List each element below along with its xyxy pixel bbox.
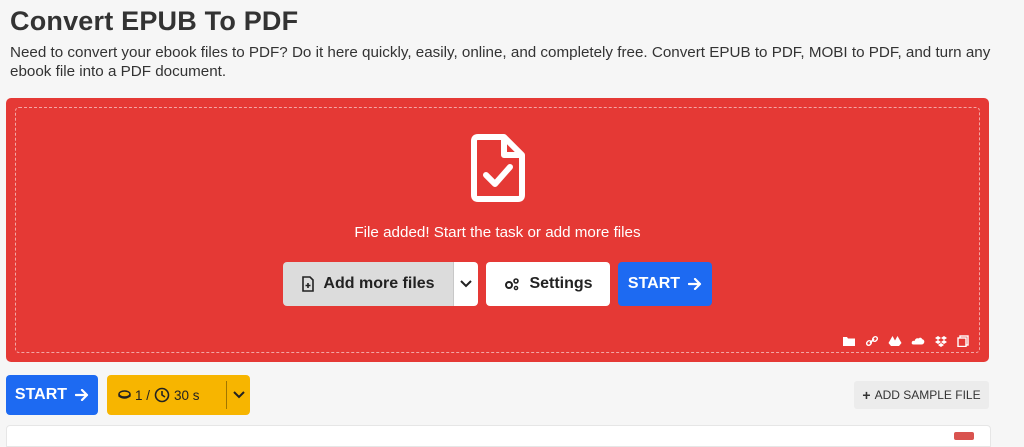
credits-time: 30 s (174, 387, 200, 403)
toolbar-start-button[interactable]: START (6, 375, 98, 415)
credits-cost-button[interactable]: 1 / 30 s (107, 375, 250, 415)
clock-icon (154, 387, 170, 403)
google-drive-icon[interactable] (888, 335, 902, 347)
add-more-files-label: Add more files (323, 275, 435, 292)
coin-icon (118, 390, 131, 400)
arrow-right-icon (688, 278, 702, 290)
add-files-dropdown-button[interactable] (453, 262, 478, 306)
remove-file-marker[interactable] (954, 432, 974, 440)
page-description: Need to convert your ebook files to PDF?… (10, 44, 991, 80)
credits-dropdown-toggle[interactable] (227, 391, 250, 399)
page-title: Convert EPUB To PDF (10, 6, 299, 36)
link-icon[interactable] (865, 335, 879, 347)
file-list-panel (6, 425, 991, 447)
plus-icon: + (862, 387, 871, 403)
file-dropzone[interactable]: File added! Start the task or add more f… (6, 98, 989, 362)
start-button[interactable]: START (618, 262, 712, 306)
add-sample-file-button[interactable]: + ADD SAMPLE FILE (854, 381, 989, 409)
gears-icon (503, 277, 521, 291)
toolbar-start-label: START (14, 386, 68, 403)
file-check-icon (471, 134, 525, 202)
folder-icon[interactable] (842, 335, 856, 347)
chevron-down-icon (460, 280, 472, 288)
settings-label: Settings (529, 275, 593, 292)
upload-status-text: File added! Start the task or add more f… (354, 224, 641, 241)
file-plus-icon (301, 276, 315, 292)
clipboard-icon[interactable] (957, 335, 971, 347)
add-more-files-button[interactable]: Add more files (283, 262, 453, 306)
credits-count: 1 / (135, 387, 151, 403)
dropbox-icon[interactable] (934, 335, 948, 347)
onedrive-icon[interactable] (911, 335, 925, 347)
settings-button[interactable]: Settings (486, 262, 610, 306)
add-sample-label: ADD SAMPLE FILE (874, 388, 981, 402)
start-label: START (627, 275, 681, 292)
chevron-down-icon (232, 391, 245, 399)
arrow-right-icon (75, 389, 89, 401)
upload-source-icons (842, 335, 971, 347)
